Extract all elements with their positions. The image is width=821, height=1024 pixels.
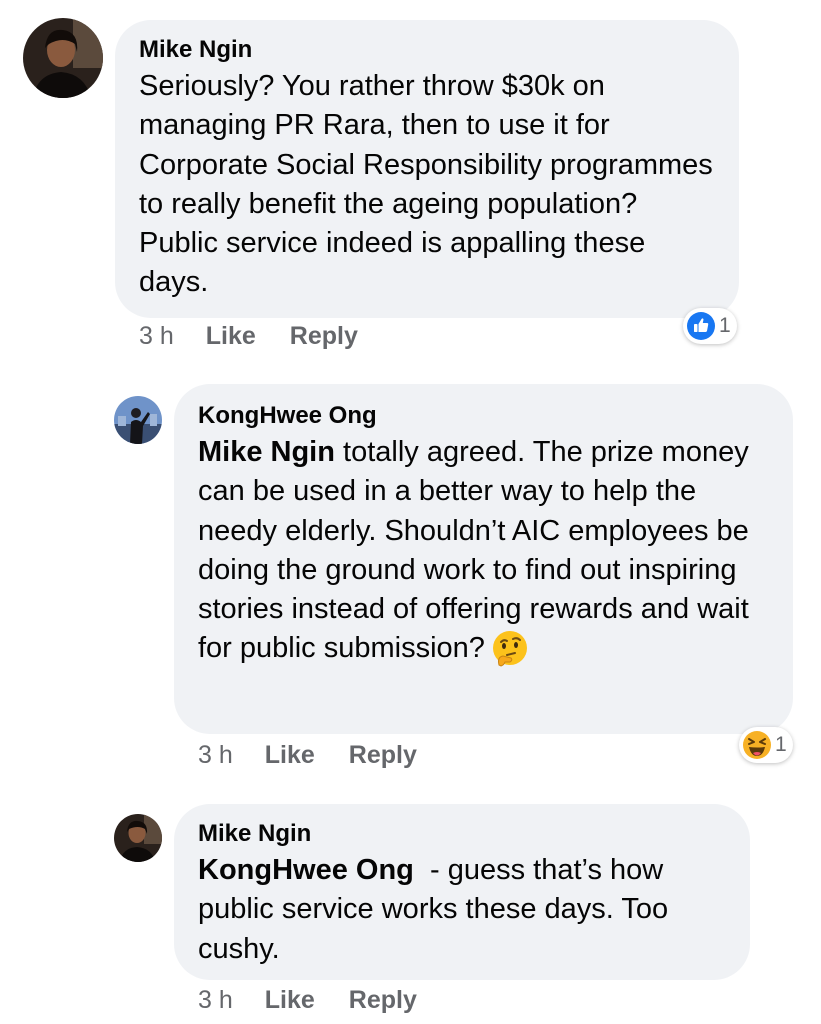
comment-actions: 3 h Like Reply [198, 741, 451, 770]
comment: Mike Ngin Seriously? You rather throw $3… [0, 0, 821, 360]
mention-link[interactable]: Mike Ngin [198, 436, 335, 468]
comment-text: Mike Ngin totally agreed. The prize mone… [198, 433, 771, 669]
comment-bubble: Mike Ngin KongHwee Ong - guess that’s ho… [174, 804, 750, 980]
comment-bubble: Mike Ngin Seriously? You rather throw $3… [115, 20, 739, 318]
thinking-face-emoji [492, 631, 527, 668]
comment-text: KongHwee Ong - guess that’s how public s… [198, 851, 728, 969]
comment-timestamp[interactable]: 3 h [139, 322, 174, 351]
comment-author[interactable]: Mike Ngin [198, 819, 728, 849]
comment-timestamp[interactable]: 3 h [198, 741, 233, 770]
like-button[interactable]: Like [265, 741, 315, 770]
comment-author[interactable]: Mike Ngin [139, 35, 714, 65]
comment-bubble: KongHwee Ong Mike Ngin totally agreed. T… [174, 384, 793, 734]
mention-link[interactable]: KongHwee Ong [198, 854, 414, 886]
comment-reply: Mike Ngin KongHwee Ong - guess that’s ho… [0, 800, 821, 1024]
reaction-summary[interactable]: 1 [683, 308, 737, 344]
reaction-summary[interactable]: 1 [739, 727, 793, 763]
reaction-count: 1 [775, 733, 787, 756]
reply-button[interactable]: Reply [349, 741, 417, 770]
comment-actions: 3 h Like Reply [139, 322, 392, 351]
comment-timestamp[interactable]: 3 h [198, 986, 233, 1015]
avatar[interactable] [114, 814, 162, 862]
thumbs-up-icon [687, 312, 715, 340]
avatar[interactable] [114, 396, 162, 444]
laughing-face-icon [743, 731, 771, 759]
comment-text: Seriously? You rather throw $30k on mana… [139, 70, 713, 299]
comment-reply: KongHwee Ong Mike Ngin totally agreed. T… [0, 380, 821, 780]
reaction-count: 1 [719, 314, 731, 337]
comment-body: totally agreed. The prize money can be u… [198, 436, 749, 665]
reply-button[interactable]: Reply [349, 986, 417, 1015]
like-button[interactable]: Like [206, 322, 256, 351]
like-button[interactable]: Like [265, 986, 315, 1015]
avatar[interactable] [23, 18, 103, 98]
comment-author[interactable]: KongHwee Ong [198, 401, 771, 431]
comment-actions: 3 h Like Reply [198, 986, 451, 1015]
reply-button[interactable]: Reply [290, 322, 358, 351]
